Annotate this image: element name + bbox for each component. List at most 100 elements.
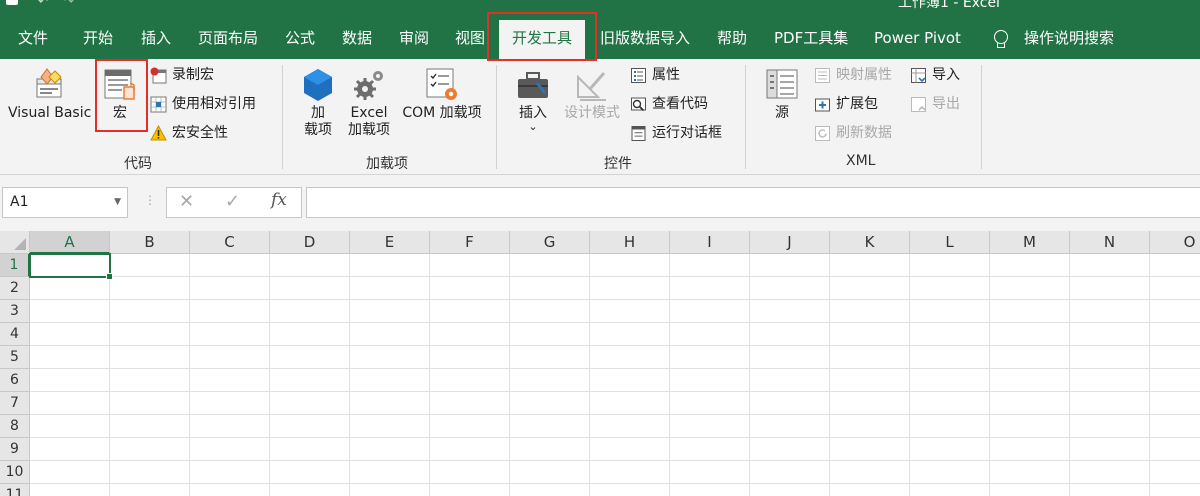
cell-c2[interactable] bbox=[190, 277, 270, 300]
cell-b11[interactable] bbox=[110, 484, 190, 496]
row-header-8[interactable]: 8 bbox=[0, 415, 30, 438]
cell-b7[interactable] bbox=[110, 392, 190, 415]
cell-c3[interactable] bbox=[190, 300, 270, 323]
row-header-5[interactable]: 5 bbox=[0, 346, 30, 369]
cell-l4[interactable] bbox=[910, 323, 990, 346]
cell-b8[interactable] bbox=[110, 415, 190, 438]
tab-formulas[interactable]: 公式 bbox=[285, 18, 315, 59]
cell-a7[interactable] bbox=[30, 392, 110, 415]
cell-f1[interactable] bbox=[430, 254, 510, 277]
cell-o2[interactable] bbox=[1150, 277, 1200, 300]
cell-g5[interactable] bbox=[510, 346, 590, 369]
undo-icon[interactable]: ↶ bbox=[38, 0, 48, 8]
cell-f11[interactable] bbox=[430, 484, 510, 496]
xml-source-button[interactable]: 源 bbox=[762, 67, 802, 122]
column-header-o[interactable]: O bbox=[1150, 231, 1200, 254]
cell-j4[interactable] bbox=[750, 323, 830, 346]
cell-m3[interactable] bbox=[990, 300, 1070, 323]
cell-n2[interactable] bbox=[1070, 277, 1150, 300]
cell-n1[interactable] bbox=[1070, 254, 1150, 277]
tab-file[interactable]: 文件 bbox=[18, 18, 48, 59]
column-header-b[interactable]: B bbox=[110, 231, 190, 254]
cell-h9[interactable] bbox=[590, 438, 670, 461]
cell-b6[interactable] bbox=[110, 369, 190, 392]
cell-i7[interactable] bbox=[670, 392, 750, 415]
tab-legacy-data-import[interactable]: 旧版数据导入 bbox=[600, 18, 690, 59]
cell-f6[interactable] bbox=[430, 369, 510, 392]
enter-icon[interactable]: ✓ bbox=[225, 191, 240, 212]
cell-f4[interactable] bbox=[430, 323, 510, 346]
cell-i1[interactable] bbox=[670, 254, 750, 277]
cell-h11[interactable] bbox=[590, 484, 670, 496]
cell-e6[interactable] bbox=[350, 369, 430, 392]
cell-i10[interactable] bbox=[670, 461, 750, 484]
expansion-packs-button[interactable]: 扩展包 bbox=[814, 93, 878, 115]
row-header-3[interactable]: 3 bbox=[0, 300, 30, 323]
cell-o7[interactable] bbox=[1150, 392, 1200, 415]
cell-j2[interactable] bbox=[750, 277, 830, 300]
cell-f8[interactable] bbox=[430, 415, 510, 438]
cell-a10[interactable] bbox=[30, 461, 110, 484]
cell-e9[interactable] bbox=[350, 438, 430, 461]
column-header-i[interactable]: I bbox=[670, 231, 750, 254]
tab-help[interactable]: 帮助 bbox=[717, 18, 747, 59]
record-macro-button[interactable]: 录制宏 bbox=[150, 64, 214, 86]
cell-g11[interactable] bbox=[510, 484, 590, 496]
cell-d2[interactable] bbox=[270, 277, 350, 300]
cell-f5[interactable] bbox=[430, 346, 510, 369]
cell-m6[interactable] bbox=[990, 369, 1070, 392]
cell-j9[interactable] bbox=[750, 438, 830, 461]
cell-l9[interactable] bbox=[910, 438, 990, 461]
cell-k9[interactable] bbox=[830, 438, 910, 461]
cell-a5[interactable] bbox=[30, 346, 110, 369]
cell-i11[interactable] bbox=[670, 484, 750, 496]
cell-k5[interactable] bbox=[830, 346, 910, 369]
cell-m7[interactable] bbox=[990, 392, 1070, 415]
cell-b5[interactable] bbox=[110, 346, 190, 369]
column-header-a[interactable]: A bbox=[30, 231, 110, 254]
cell-d7[interactable] bbox=[270, 392, 350, 415]
cell-c11[interactable] bbox=[190, 484, 270, 496]
cell-a3[interactable] bbox=[30, 300, 110, 323]
run-dialog-button[interactable]: 运行对话框 bbox=[630, 122, 722, 144]
properties-button[interactable]: 属性 bbox=[630, 64, 680, 86]
cell-l10[interactable] bbox=[910, 461, 990, 484]
cell-b10[interactable] bbox=[110, 461, 190, 484]
cell-h3[interactable] bbox=[590, 300, 670, 323]
tell-me-search[interactable]: 操作说明搜索 bbox=[1024, 18, 1114, 59]
cell-n9[interactable] bbox=[1070, 438, 1150, 461]
cell-h2[interactable] bbox=[590, 277, 670, 300]
cell-o8[interactable] bbox=[1150, 415, 1200, 438]
cell-d1[interactable] bbox=[270, 254, 350, 277]
cell-n6[interactable] bbox=[1070, 369, 1150, 392]
cell-f9[interactable] bbox=[430, 438, 510, 461]
cell-d5[interactable] bbox=[270, 346, 350, 369]
cell-c5[interactable] bbox=[190, 346, 270, 369]
cell-m2[interactable] bbox=[990, 277, 1070, 300]
cell-o11[interactable] bbox=[1150, 484, 1200, 496]
excel-add-ins-button[interactable]: Excel 加载项 bbox=[344, 67, 394, 139]
cell-i6[interactable] bbox=[670, 369, 750, 392]
cell-a9[interactable] bbox=[30, 438, 110, 461]
cell-l5[interactable] bbox=[910, 346, 990, 369]
cell-m8[interactable] bbox=[990, 415, 1070, 438]
cell-b4[interactable] bbox=[110, 323, 190, 346]
cell-f7[interactable] bbox=[430, 392, 510, 415]
cell-a6[interactable] bbox=[30, 369, 110, 392]
cell-g3[interactable] bbox=[510, 300, 590, 323]
chevron-down-icon[interactable]: ▼ bbox=[114, 188, 121, 217]
cell-e3[interactable] bbox=[350, 300, 430, 323]
cell-k8[interactable] bbox=[830, 415, 910, 438]
resize-handle-icon[interactable]: ⋮ bbox=[144, 193, 156, 207]
cell-g10[interactable] bbox=[510, 461, 590, 484]
cell-h7[interactable] bbox=[590, 392, 670, 415]
cell-n3[interactable] bbox=[1070, 300, 1150, 323]
insert-control-button[interactable]: 插入 ⌄ bbox=[512, 67, 554, 132]
cell-m9[interactable] bbox=[990, 438, 1070, 461]
cell-i3[interactable] bbox=[670, 300, 750, 323]
row-header-2[interactable]: 2 bbox=[0, 277, 30, 300]
column-header-l[interactable]: L bbox=[910, 231, 990, 254]
xml-export-button[interactable]: 导出 bbox=[910, 93, 960, 115]
cell-h8[interactable] bbox=[590, 415, 670, 438]
column-header-j[interactable]: J bbox=[750, 231, 830, 254]
